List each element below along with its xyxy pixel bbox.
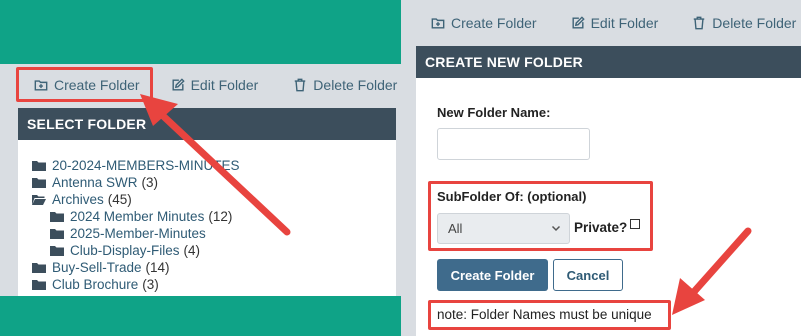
folder-item[interactable]: Antenna SWR (3): [32, 174, 244, 191]
new-folder-name-label: New Folder Name:: [437, 105, 551, 120]
folder-name: 20-2024-MEMBERS-MINUTES: [52, 158, 240, 173]
create-folder-header: CREATE NEW FOLDER: [416, 46, 801, 78]
folder-plus-icon: [431, 18, 445, 29]
folder-count: (3): [142, 277, 159, 292]
edit-folder-button[interactable]: Edit Folder: [571, 15, 659, 31]
folder-name: Archives: [52, 192, 104, 207]
create-folder-submit-button[interactable]: Create Folder: [437, 259, 548, 291]
folder-icon: [32, 178, 46, 188]
folder-name: Buy-Sell-Trade: [52, 260, 142, 275]
folder-tree: 20-2024-MEMBERS-MINUTES Antenna SWR (3) …: [32, 157, 244, 293]
folder-item[interactable]: Archives (45): [32, 191, 244, 208]
folder-count: (14): [145, 260, 170, 275]
folder-name: Antenna SWR: [52, 175, 138, 190]
folder-item[interactable]: Buy-Sell-Trade (14): [32, 259, 244, 276]
folder-name: 2024 Member Minutes: [70, 209, 205, 224]
folder-count: (4): [183, 243, 201, 258]
edit-folder-button[interactable]: Edit Folder: [171, 77, 259, 93]
folder-count: (3): [141, 175, 159, 190]
right-toolbar: Create Folder Edit Folder Delete Folder: [431, 15, 796, 31]
delete-folder-label: Delete Folder: [313, 77, 398, 93]
select-folder-title: SELECT FOLDER: [27, 116, 147, 132]
delete-folder-button[interactable]: Delete Folder: [692, 15, 796, 31]
highlight-create-folder: [16, 67, 153, 102]
trash-icon: [295, 78, 306, 92]
create-folder-button[interactable]: Create Folder: [431, 15, 537, 31]
folder-count: (12): [208, 209, 233, 224]
highlight-note: [428, 300, 671, 330]
create-folder-title: CREATE NEW FOLDER: [425, 54, 583, 70]
folder-count: (45): [107, 192, 132, 207]
edit-folder-label: Edit Folder: [190, 77, 259, 93]
folder-name: Club Brochure: [52, 277, 139, 292]
banner-bottom-overlay: [0, 296, 401, 336]
banner-top: [0, 0, 401, 64]
folder-item[interactable]: 2025-Member-Minutes: [32, 225, 244, 242]
edit-icon: [172, 78, 185, 91]
delete-folder-label: Delete Folder: [712, 15, 797, 31]
delete-folder-button[interactable]: Delete Folder: [293, 77, 397, 93]
highlight-subfolder: [428, 181, 653, 251]
folder-item[interactable]: Club Brochure (3): [32, 276, 244, 293]
edit-folder-label: Edit Folder: [590, 15, 659, 31]
folder-item[interactable]: 20-2024-MEMBERS-MINUTES: [32, 157, 244, 174]
folder-open-icon: [32, 195, 46, 205]
folder-item[interactable]: Club-Display-Files (4): [32, 242, 244, 259]
folder-icon: [50, 246, 64, 256]
select-folder-header: SELECT FOLDER: [18, 108, 396, 140]
folder-icon: [50, 212, 64, 222]
folder-item[interactable]: 2024 Member Minutes (12): [32, 208, 244, 225]
folder-icon: [32, 161, 46, 171]
folder-name: Club-Display-Files: [70, 243, 180, 258]
new-folder-name-input[interactable]: [437, 128, 590, 160]
trash-icon: [694, 16, 705, 30]
folder-icon: [50, 229, 64, 239]
create-folder-label: Create Folder: [451, 15, 537, 31]
edit-icon: [572, 16, 585, 29]
cancel-button[interactable]: Cancel: [553, 259, 623, 291]
folder-icon: [32, 280, 46, 290]
folder-icon: [32, 263, 46, 273]
folder-name: 2025-Member-Minutes: [70, 226, 206, 241]
